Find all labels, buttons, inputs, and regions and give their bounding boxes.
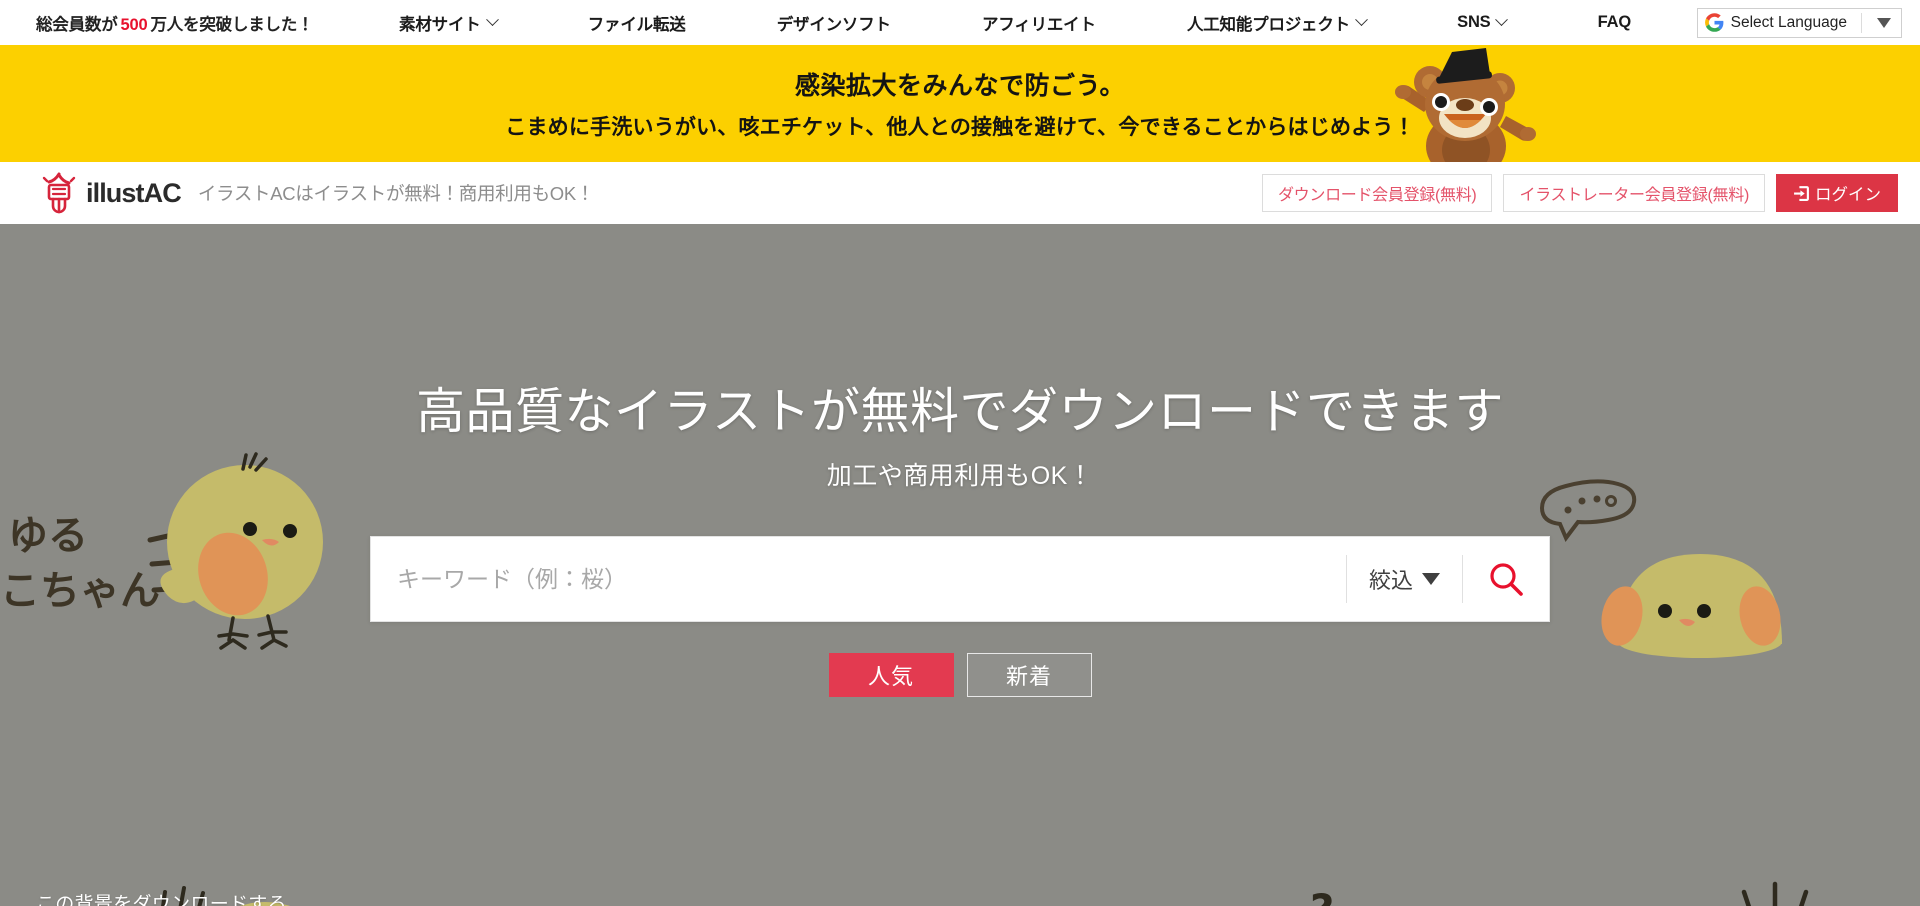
nav-item-label: FAQ (1597, 13, 1632, 31)
nav-item-label: デザインソフト (776, 15, 891, 34)
nav-item-label: 人工知能プロジェクト (1186, 15, 1350, 34)
nav-item-faq[interactable]: FAQ (1597, 13, 1632, 32)
search-input[interactable] (371, 537, 1346, 621)
nav-item-ai-project[interactable]: 人工知能プロジェクト (1186, 11, 1368, 35)
promo-prefix: 総会員数が (36, 15, 118, 34)
site-header: illustAC イラストACはイラストが無料！商用利用もOK！ ダウンロード会… (0, 162, 1920, 224)
hero-title: 高品質なイラストが無料でダウンロードできます (415, 385, 1505, 439)
caret-down-icon (1422, 573, 1440, 585)
hero-tabs: 人気 新着 (828, 653, 1092, 697)
background-download-link[interactable]: この背景をダウンロードする (36, 889, 287, 906)
header-actions: ダウンロード会員登録(無料) イラストレーター会員登録(無料) ログイン (1261, 174, 1898, 212)
member-count-promo: 総会員数が 500 万人を突破しました！ (36, 11, 314, 35)
google-g-icon (1704, 13, 1724, 32)
nav-item-material-site[interactable]: 素材サイト (399, 11, 499, 35)
search-filter-label: 絞込 (1368, 568, 1413, 593)
illustrator-signup-button[interactable]: イラストレーター会員登録(無料) (1503, 174, 1765, 212)
magnifier-icon (1490, 563, 1523, 596)
caret-down-icon (1877, 17, 1891, 28)
tab-popular[interactable]: 人気 (828, 653, 954, 697)
nav-item-design-software[interactable]: デザインソフト (777, 11, 891, 35)
nav-item-label: アフィリエイト (982, 15, 1096, 34)
top-nav-links: 素材サイト ファイル転送 デザインソフト アフィリエイト 人工知能プロジェクト … (313, 11, 1696, 35)
nav-item-file-transfer[interactable]: ファイル転送 (588, 11, 686, 35)
chevron-down-icon (485, 13, 499, 27)
download-signup-button[interactable]: ダウンロード会員登録(無料) (1261, 174, 1493, 212)
divider (1861, 12, 1862, 33)
site-tagline: イラストACはイラストが無料！商用利用もOK！ (197, 183, 595, 204)
search-submit-button[interactable] (1463, 537, 1549, 621)
search-filter-button[interactable]: 絞込 (1347, 537, 1462, 621)
top-navigation-bar: 総会員数が 500 万人を突破しました！ 素材サイト ファイル転送 デザインソフト … (0, 0, 1920, 45)
login-button[interactable]: ログイン (1776, 174, 1898, 212)
chevron-down-icon (1495, 13, 1509, 27)
promo-suffix: 万人を突破しました！ (150, 15, 314, 34)
tab-new[interactable]: 新着 (966, 653, 1092, 697)
banner-subtext: こまめに手洗いうがい、咳エチケット、他人との接触を避けて、今できることからはじめ… (505, 116, 1415, 139)
nav-item-affiliate[interactable]: アフィリエイト (982, 11, 1096, 35)
promo-number: 500 (120, 15, 148, 34)
nav-item-label: ファイル転送 (587, 15, 686, 34)
nav-item-label: SNS (1457, 13, 1491, 31)
search-bar: 絞込 (370, 536, 1550, 622)
banner-headline: 感染拡大をみんなで防ごう。 (794, 72, 1125, 100)
bear-mascot-icon (1395, 48, 1536, 162)
language-selector-label: Select Language (1730, 13, 1847, 31)
hero-subtitle: 加工や商用利用もOK！ (826, 462, 1094, 490)
hero-content: 高品質なイラストが無料でダウンロードできます 加工や商用利用もOK！ 絞込 人気… (0, 224, 1920, 697)
login-arrow-icon (1794, 185, 1809, 201)
language-selector[interactable]: Select Language (1696, 7, 1902, 38)
hero-section: ゆる こちゃん 高品質なイラストが無料でダウンロードできます 加工や商用利用もO… (0, 224, 1920, 906)
illustac-logo-icon (42, 172, 76, 214)
chevron-down-icon (1355, 13, 1368, 27)
brand-name: illustAC (86, 177, 182, 208)
covid-awareness-banner: 感染拡大をみんなで防ごう。 こまめに手洗いうがい、咳エチケット、他人との接触を避… (0, 45, 1920, 162)
svg-text:?: ? (1310, 885, 1334, 906)
login-button-label: ログイン (1815, 186, 1881, 204)
brand-logo[interactable]: illustAC (40, 172, 182, 214)
nav-item-label: 素材サイト (399, 15, 481, 34)
nav-item-sns[interactable]: SNS (1457, 13, 1509, 32)
